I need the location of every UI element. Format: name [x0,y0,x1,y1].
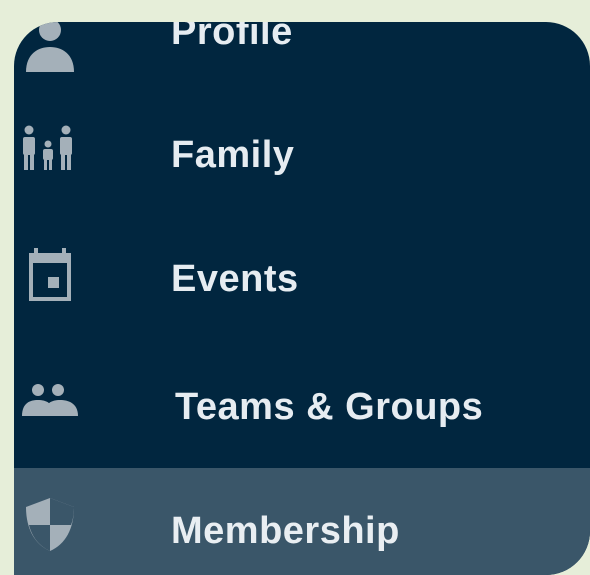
sidebar-item-label: Membership [171,510,400,552]
sidebar-item-membership[interactable]: Membership [14,468,590,575]
sidebar-item-events[interactable]: Events [14,227,590,327]
people-group-icon [20,370,80,430]
person-icon [20,22,80,74]
sidebar-item-family[interactable]: Family [14,102,590,202]
sidebar-item-teams-groups[interactable]: Teams & Groups [14,354,590,454]
sidebar-item-label: Family [171,134,295,176]
family-icon [20,118,80,178]
sidebar-item-label: Profile [171,22,293,53]
sidebar-nav: Profile Family Events Teams & Groups Mem… [14,22,590,575]
sidebar-item-profile[interactable]: Profile [14,22,590,72]
sidebar-item-label: Events [171,258,299,300]
shield-icon [20,494,80,554]
calendar-icon [20,245,80,305]
sidebar-item-label: Teams & Groups [175,386,484,428]
